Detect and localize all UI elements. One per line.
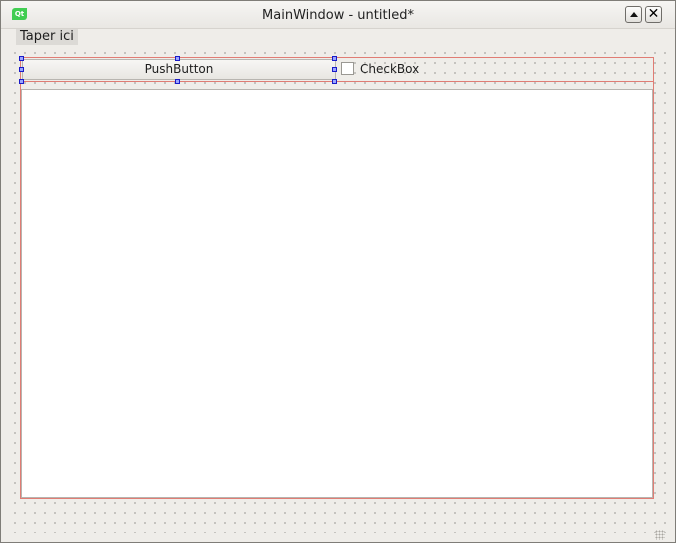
selection-handle-top-right[interactable] — [332, 56, 337, 61]
menu-item-type-here[interactable]: Taper ici — [16, 29, 78, 45]
menu-bar: Taper ici — [1, 29, 675, 46]
checkbox-label: CheckBox — [360, 62, 420, 76]
title-bar[interactable]: Qt MainWindow - untitled* ✕ — [1, 1, 675, 29]
maximize-button[interactable] — [625, 6, 642, 23]
selection-handle-middle-left[interactable] — [19, 67, 24, 72]
selection-handle-middle-right[interactable] — [332, 67, 337, 72]
selection-handle-bottom-right[interactable] — [332, 79, 337, 84]
selection-handle-bottom-left[interactable] — [19, 79, 24, 84]
push-button[interactable]: PushButton — [22, 59, 336, 80]
main-window: Qt MainWindow - untitled* ✕ Taper ici Pu… — [0, 0, 676, 543]
selection-handle-top-left[interactable] — [19, 56, 24, 61]
close-button[interactable]: ✕ — [645, 6, 662, 23]
window-title: MainWindow - untitled* — [262, 8, 414, 23]
selection-handle-bottom-middle[interactable] — [175, 79, 180, 84]
status-bar — [1, 530, 675, 542]
selection-handle-top-middle[interactable] — [175, 56, 180, 61]
triangle-up-icon — [630, 12, 638, 17]
close-icon: ✕ — [647, 6, 660, 22]
form-canvas[interactable]: PushButton CheckBox — [9, 47, 667, 533]
text-edit[interactable] — [21, 89, 653, 498]
resize-grip-icon[interactable] — [655, 530, 665, 540]
checkbox-square[interactable] — [341, 62, 354, 75]
